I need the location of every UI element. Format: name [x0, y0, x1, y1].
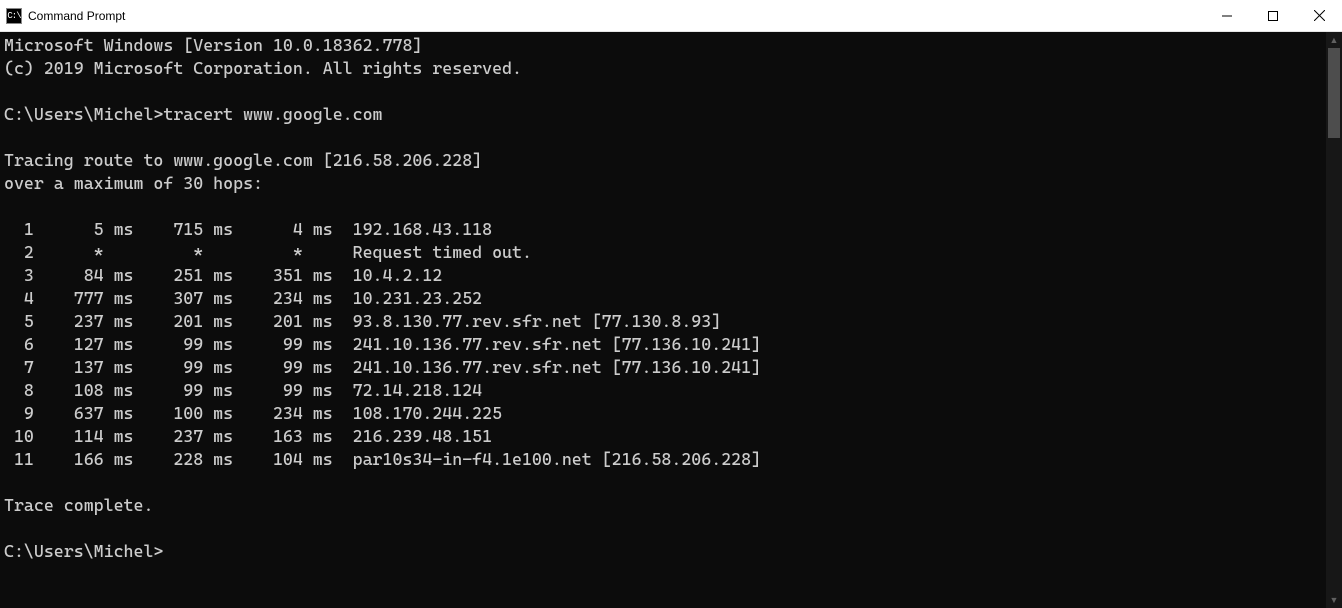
window-title: Command Prompt — [28, 9, 1204, 23]
minimize-button[interactable] — [1204, 0, 1250, 31]
console-output: Microsoft Windows [Version 10.0.18362.77… — [0, 32, 1342, 563]
window-titlebar[interactable]: C:\ Command Prompt — [0, 0, 1342, 32]
maximize-button[interactable] — [1250, 0, 1296, 31]
scroll-up-icon[interactable]: ▲ — [1326, 32, 1342, 48]
cmd-icon: C:\ — [6, 8, 22, 24]
scroll-thumb[interactable] — [1328, 48, 1340, 138]
window-controls — [1204, 0, 1342, 31]
console-area[interactable]: Microsoft Windows [Version 10.0.18362.77… — [0, 32, 1342, 608]
scroll-down-icon[interactable]: ▼ — [1326, 592, 1342, 608]
close-button[interactable] — [1296, 0, 1342, 31]
scrollbar[interactable]: ▲ ▼ — [1326, 32, 1342, 608]
